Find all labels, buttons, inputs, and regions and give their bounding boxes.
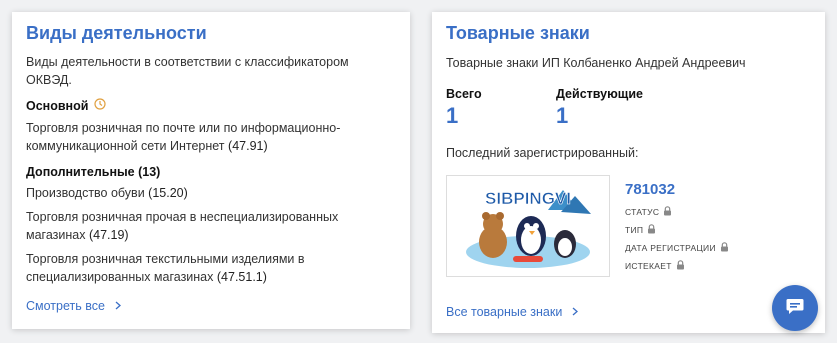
additional-activity-code: (47.19) bbox=[88, 228, 129, 242]
trademarks-owner: Товарные знаки ИП Колбаненко Андрей Андр… bbox=[446, 56, 746, 70]
trademark-number[interactable]: 781032 bbox=[625, 180, 729, 200]
additional-activities-heading: Дополнительные (13) bbox=[26, 165, 161, 179]
trademark-logo: SIBPINGVI bbox=[466, 189, 591, 268]
chevron-right-icon bbox=[572, 305, 579, 319]
total-stat: Всего 1 bbox=[446, 86, 556, 129]
active-stat: Действующие 1 bbox=[556, 86, 666, 129]
lock-icon bbox=[676, 260, 685, 272]
trademark-attr-status: СТАТУС bbox=[625, 206, 729, 218]
main-activity-item: Торговля розничная по почте или по инфор… bbox=[26, 119, 396, 155]
active-value: 1 bbox=[556, 103, 569, 128]
total-label: Всего bbox=[446, 87, 482, 101]
main-activity-code: (47.91) bbox=[228, 139, 268, 153]
all-trademarks-link[interactable]: Все товарные знаки bbox=[446, 305, 579, 319]
trademark-logo-image[interactable]: SIBPINGVI bbox=[446, 175, 610, 277]
trademark-attr-label: ТИП bbox=[625, 225, 644, 235]
trademark-logo-text: SIBPINGVI bbox=[485, 189, 571, 208]
lock-icon bbox=[720, 242, 729, 254]
trademarks-title: Товарные знаки bbox=[446, 23, 590, 43]
active-label: Действующие bbox=[556, 87, 643, 101]
additional-activity-item: Торговля розничная текстильными изделиям… bbox=[26, 250, 396, 286]
additional-activity-item: Производство обуви (15.20) bbox=[26, 184, 396, 202]
clock-icon bbox=[94, 97, 107, 115]
chat-button[interactable] bbox=[772, 285, 818, 331]
trademark-attr-label: ДАТА РЕГИСТРАЦИИ bbox=[625, 243, 716, 253]
activities-card: Виды деятельности Виды деятельности в со… bbox=[12, 12, 410, 329]
trademark-attr-type: ТИП bbox=[625, 224, 729, 236]
lock-icon bbox=[647, 224, 656, 236]
additional-activity-text: Производство обуви bbox=[26, 186, 145, 200]
additional-activity-text: Торговля розничная прочая в неспециализи… bbox=[26, 210, 339, 242]
additional-activity-code: (47.51.1) bbox=[216, 270, 267, 284]
trademarks-stats: Всего 1 Действующие 1 bbox=[446, 86, 811, 129]
additional-activity-item: Торговля розничная прочая в неспециализи… bbox=[26, 208, 396, 244]
trademark-attr-registration-date: ДАТА РЕГИСТРАЦИИ bbox=[625, 242, 729, 254]
total-value: 1 bbox=[446, 103, 459, 128]
main-activity-heading-label: Основной bbox=[26, 99, 89, 113]
activities-description: Виды деятельности в соответствии с класс… bbox=[26, 55, 349, 87]
see-all-activities-label: Смотреть все bbox=[26, 299, 105, 313]
last-registered-label: Последний зарегистрированный: bbox=[446, 146, 639, 160]
trademarks-card: Товарные знаки Товарные знаки ИП Колбане… bbox=[432, 12, 825, 333]
last-trademark: SIBPINGVI 781032 СТАТУС ТИП ДАТА РЕГИСТР… bbox=[446, 175, 811, 277]
all-trademarks-label: Все товарные знаки bbox=[446, 305, 563, 319]
additional-activity-code: (15.20) bbox=[148, 186, 188, 200]
trademark-attr-expires: ИСТЕКАЕТ bbox=[625, 260, 729, 272]
main-activity-text: Торговля розничная по почте или по инфор… bbox=[26, 121, 341, 153]
trademark-attr-label: ИСТЕКАЕТ bbox=[625, 261, 672, 271]
see-all-activities-link[interactable]: Смотреть все bbox=[26, 299, 121, 313]
chat-icon bbox=[785, 296, 805, 321]
activities-title: Виды деятельности bbox=[26, 23, 207, 43]
trademark-attr-label: СТАТУС bbox=[625, 207, 660, 217]
trademark-info: 781032 СТАТУС ТИП ДАТА РЕГИСТРАЦИИ ИСТЕК… bbox=[625, 175, 729, 277]
chevron-right-icon bbox=[115, 299, 121, 313]
lock-icon bbox=[663, 206, 672, 218]
main-activity-heading: Основной bbox=[26, 97, 396, 115]
